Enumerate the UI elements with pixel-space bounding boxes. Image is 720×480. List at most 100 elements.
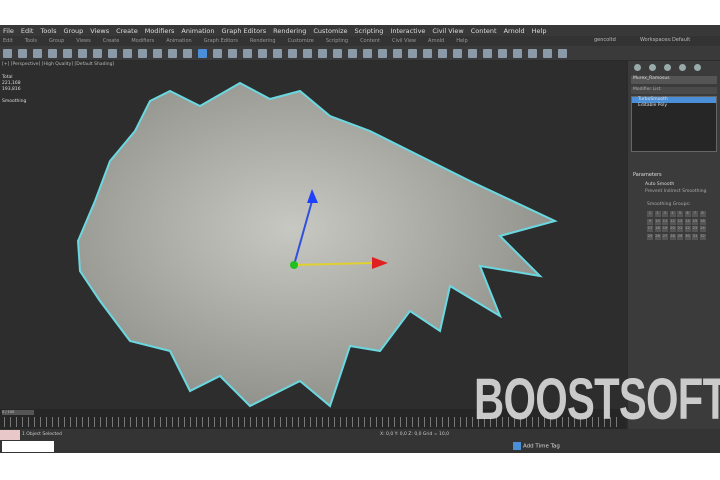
toolbar-tool-icon[interactable] [498, 48, 507, 58]
prevent-indirect-checkbox[interactable]: Prevent Indirect Smoothing [645, 189, 720, 194]
submenu-animation[interactable]: Animation [166, 38, 192, 44]
toolbar-tool-icon[interactable] [423, 48, 432, 58]
toolbar-tool-icon[interactable] [33, 48, 42, 58]
smoothing-group-button[interactable]: 25 [647, 233, 653, 240]
toolbar-tool-icon[interactable] [273, 48, 282, 58]
user-dropdown[interactable]: gencoltd [594, 37, 616, 43]
menu-rendering[interactable]: Rendering [273, 27, 306, 35]
menu-content[interactable]: Content [471, 27, 497, 35]
menu-file[interactable]: File [3, 27, 14, 35]
smoothing-group-button[interactable]: 7 [692, 211, 698, 217]
toolbar-tool-icon[interactable] [438, 48, 447, 58]
toolbar-tool-icon[interactable] [468, 48, 477, 58]
smoothing-group-button[interactable]: 22 [684, 226, 691, 232]
toolbar-tool-icon[interactable] [333, 48, 342, 58]
toolbar-tool-icon[interactable] [228, 48, 237, 58]
submenu-group[interactable]: Group [49, 38, 64, 44]
smoothing-group-button[interactable]: 4 [669, 211, 676, 217]
toolbar-tool-icon[interactable] [393, 48, 402, 58]
smoothing-group-button[interactable]: 3 [662, 211, 668, 217]
menu-edit[interactable]: Edit [21, 27, 34, 35]
smoothing-group-button[interactable]: 2 [654, 211, 661, 217]
toolbar-tool-icon[interactable] [198, 48, 207, 58]
smoothing-group-button[interactable]: 17 [647, 226, 653, 232]
submenu-customize[interactable]: Customize [288, 38, 314, 44]
maxscript-listener[interactable] [0, 430, 20, 440]
toolbar-tool-icon[interactable] [93, 48, 102, 58]
smoothing-group-button[interactable]: 23 [692, 226, 698, 232]
toolbar-tool-icon[interactable] [408, 48, 417, 58]
perspective-viewport[interactable]: [+] [Perspective] [High Quality] [Defaul… [0, 61, 626, 409]
toolbar-tool-icon[interactable] [543, 48, 552, 58]
display-tab-icon[interactable] [694, 64, 701, 71]
toolbar-tool-icon[interactable] [378, 48, 387, 58]
toolbar-tool-icon[interactable] [483, 48, 492, 58]
toolbar-tool-icon[interactable] [453, 48, 462, 58]
add-time-tag-button[interactable]: Add Time Tag [513, 442, 560, 450]
smoothing-group-button[interactable]: 32 [699, 233, 706, 240]
modifier-list-dropdown[interactable]: Modifier List [631, 87, 717, 94]
toolbar-tool-icon[interactable] [348, 48, 357, 58]
menu-civil-view[interactable]: Civil View [432, 27, 463, 35]
submenu-tools[interactable]: Tools [25, 38, 37, 44]
menu-scripting[interactable]: Scripting [355, 27, 384, 35]
smoothing-group-button[interactable]: 5 [677, 211, 683, 217]
submenu-edit[interactable]: Edit [3, 38, 13, 44]
create-tab-icon[interactable] [634, 64, 641, 71]
smoothing-group-button[interactable]: 27 [662, 233, 668, 240]
toolbar-tool-icon[interactable] [168, 48, 177, 58]
workspace-dropdown[interactable]: Default [672, 37, 690, 43]
toolbar-tool-icon[interactable] [558, 48, 567, 58]
smoothing-group-button[interactable]: 20 [669, 226, 676, 232]
shell-model[interactable] [0, 61, 626, 409]
object-name-field[interactable]: Murex_Ramosus [631, 76, 717, 84]
toolbar-tool-icon[interactable] [513, 48, 522, 58]
menu-create[interactable]: Create [116, 27, 138, 35]
toolbar-tool-icon[interactable] [363, 48, 372, 58]
smoothing-group-button[interactable]: 9 [647, 218, 653, 225]
toolbar-tool-icon[interactable] [243, 48, 252, 58]
submenu-help[interactable]: Help [456, 38, 467, 44]
toolbar-tool-icon[interactable] [18, 48, 27, 58]
smoothing-group-button[interactable]: 16 [699, 218, 706, 225]
toolbar-tool-icon[interactable] [258, 48, 267, 58]
smoothing-group-button[interactable]: 1 [647, 211, 653, 217]
smoothing-group-button[interactable]: 26 [654, 233, 661, 240]
smoothing-group-button[interactable]: 12 [669, 218, 676, 225]
modify-tab-icon[interactable] [649, 64, 656, 71]
toolbar-tool-icon[interactable] [318, 48, 327, 58]
toolbar-tool-icon[interactable] [78, 48, 87, 58]
smoothing-group-button[interactable]: 15 [692, 218, 698, 225]
menu-arnold[interactable]: Arnold [504, 27, 525, 35]
smoothing-group-button[interactable]: 30 [684, 233, 691, 240]
submenu-rendering[interactable]: Rendering [250, 38, 276, 44]
submenu-scripting[interactable]: Scripting [326, 38, 348, 44]
menu-animation[interactable]: Animation [181, 27, 214, 35]
submenu-views[interactable]: Views [76, 38, 90, 44]
toolbar-tool-icon[interactable] [123, 48, 132, 58]
submenu-arnold[interactable]: Arnold [428, 38, 444, 44]
menu-group[interactable]: Group [64, 27, 84, 35]
menu-help[interactable]: Help [532, 27, 547, 35]
smoothing-group-button[interactable]: 14 [684, 218, 691, 225]
submenu-graph-editors[interactable]: Graph Editors [204, 38, 238, 44]
toolbar-tool-icon[interactable] [63, 48, 72, 58]
time-slider[interactable]: 0 / 100 [2, 410, 34, 415]
smoothing-group-button[interactable]: 10 [654, 218, 661, 225]
smoothing-group-button[interactable]: 31 [692, 233, 698, 240]
smoothing-group-button[interactable]: 21 [677, 226, 683, 232]
menu-graph-editors[interactable]: Graph Editors [222, 27, 267, 35]
motion-tab-icon[interactable] [679, 64, 686, 71]
smoothing-group-button[interactable]: 29 [677, 233, 683, 240]
smoothing-group-button[interactable]: 19 [662, 226, 668, 232]
hierarchy-tab-icon[interactable] [664, 64, 671, 71]
menu-interactive[interactable]: Interactive [390, 27, 425, 35]
menu-modifiers[interactable]: Modifiers [145, 27, 175, 35]
menu-customize[interactable]: Customize [313, 27, 347, 35]
toolbar-tool-icon[interactable] [138, 48, 147, 58]
smoothing-group-button[interactable]: 8 [699, 211, 706, 217]
script-input[interactable] [2, 441, 54, 452]
smoothing-group-button[interactable]: 11 [662, 218, 668, 225]
toolbar-tool-icon[interactable] [153, 48, 162, 58]
coordinate-readout[interactable]: X: 0,0 Y: 0,0 Z: 0,0 Grid = 10,0 [380, 432, 449, 437]
